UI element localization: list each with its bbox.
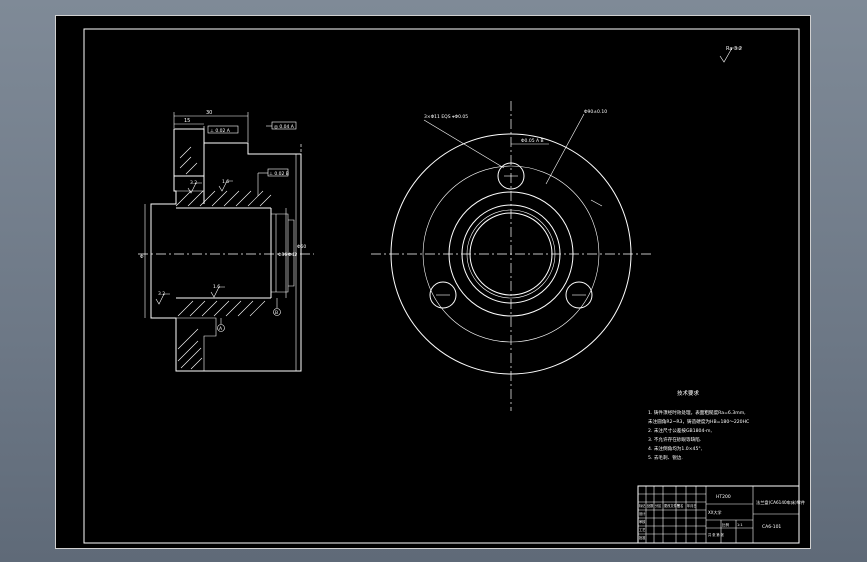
svg-text:3.2: 3.2: [158, 291, 165, 297]
section-outline: [150, 128, 302, 372]
section-view: 30 15 ⊥ 0.02 A ◎ 0.04 A ⊥ 0.02 B 1.6 3.2: [138, 110, 314, 372]
svg-text:1.6: 1.6: [213, 284, 220, 290]
svg-text:B: B: [275, 310, 278, 316]
scale-value: 1:1: [737, 523, 743, 527]
svg-text:工艺: 工艺: [639, 527, 645, 532]
svg-text:Φ60: Φ60: [297, 244, 306, 250]
svg-text:设计: 设计: [639, 511, 646, 516]
svg-text:3.2: 3.2: [190, 180, 197, 186]
dim-overall-length: 30: [206, 110, 212, 116]
roughness-symbol-general: Ra 3.2: [719, 46, 742, 63]
drawing-sheet: Ra 3.2 30 15 ⊥ 0.02 A ◎ 0.04 A ⊥ 0.02 B …: [55, 15, 811, 549]
callout-bolt-circle: Φ90±0.10: [584, 109, 607, 115]
tech-req-line-3: 2. 未注尺寸公差按GB1804-m,: [648, 427, 713, 434]
svg-text:标记: 标记: [639, 503, 646, 508]
svg-text:分区: 分区: [655, 503, 662, 508]
svg-text:◎ 0.04 A: ◎ 0.04 A: [274, 124, 295, 130]
roughness-value: Ra 3.2: [726, 46, 742, 52]
tech-req-line-6: 5. 去毛刺、锐边.: [648, 454, 683, 461]
front-view: 3×Φ11 EQS ⌖Φ0.05 Φ90±0.10 Φ0.05 A B: [371, 101, 651, 411]
svg-text:处数: 处数: [647, 503, 654, 508]
tech-req-line-2: 未注圆角R2~R3，铸造硬度为HB=180～220HC: [648, 418, 749, 425]
svg-text:共 张 第 张: 共 张 第 张: [708, 532, 725, 537]
title-block: 标记 处数 分区 更改文件号 签名 年月日 设计 审核 工艺 批准 HT200 …: [637, 485, 805, 544]
tech-req-line-5: 4. 未注倒角均为1.0×45°,: [648, 445, 703, 452]
drawing-number: CA6-101: [762, 524, 781, 530]
svg-text:签名: 签名: [677, 503, 683, 508]
svg-text:⊥ 0.02 A: ⊥ 0.02 A: [210, 128, 231, 134]
svg-text:批准: 批准: [639, 535, 646, 540]
school-label: XX大学: [708, 509, 721, 515]
technical-requirements: 技术要求 1. 铸件须经时效处理，表面粗糙度Ra=6.3mm, 未注圆角R2~R…: [648, 389, 749, 461]
engineering-drawing: Ra 3.2 30 15 ⊥ 0.02 A ◎ 0.04 A ⊥ 0.02 B …: [83, 28, 805, 544]
svg-text:审核: 审核: [639, 519, 646, 524]
dim-flange-width: 15: [184, 118, 190, 124]
inner-border: [83, 28, 800, 544]
svg-text:Φ: Φ: [140, 254, 144, 260]
callout-position-tolerance: Φ0.05 A B: [521, 138, 544, 144]
tech-req-line-4: 3. 不允许存在砂眼等缺陷.: [648, 436, 701, 443]
svg-text:年月日: 年月日: [687, 503, 697, 508]
tech-req-line-1: 1. 铸件须经时效处理，表面粗糙度Ra=6.3mm,: [648, 409, 746, 416]
svg-text:⊥ 0.02 B: ⊥ 0.02 B: [269, 171, 289, 177]
material-label: HT200: [716, 494, 731, 500]
svg-text:比例: 比例: [722, 522, 730, 527]
tech-req-title: 技术要求: [677, 389, 700, 397]
svg-text:1.6: 1.6: [222, 179, 229, 185]
cad-viewport[interactable]: Ra 3.2 30 15 ⊥ 0.02 A ◎ 0.04 A ⊥ 0.02 B …: [0, 0, 867, 562]
drawing-name: 法兰盘(CA6140车床)零件: [756, 499, 805, 506]
section-hatching-lower: [177, 300, 266, 370]
callout-bolt-holes: 3×Φ11 EQS ⌖Φ0.05: [424, 114, 468, 120]
